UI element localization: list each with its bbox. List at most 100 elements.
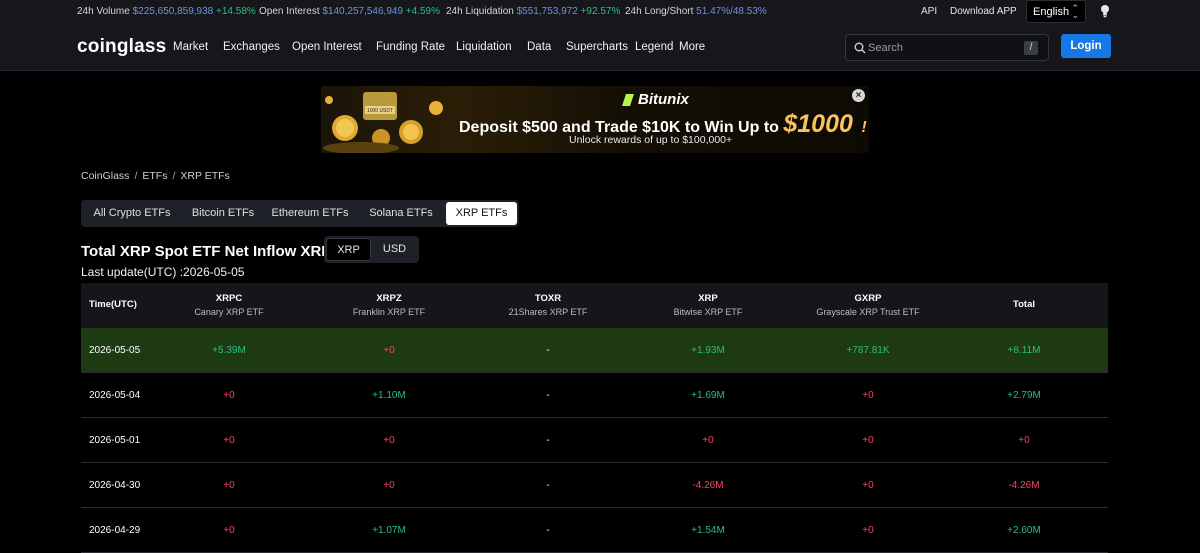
nav-legend[interactable]: Legend <box>635 41 673 53</box>
coinglass-logo[interactable]: coinglass <box>77 36 166 58</box>
header-code: XRPZ <box>376 293 402 304</box>
cell-total: +2.79M <box>1007 390 1041 401</box>
breadcrumb-xrp-etfs[interactable]: XRP ETFs <box>180 170 229 182</box>
cell-value: +1.54M <box>691 525 725 536</box>
last-update: Last update(UTC) :2026-05-05 <box>81 265 245 279</box>
ticker-long-short: 24h Long/Short 51.47%/48.53% <box>625 6 767 17</box>
cell-date: 2026-04-29 <box>89 525 141 536</box>
header-time-label: Time(UTC) <box>89 299 137 310</box>
nav-supercharts[interactable]: Supercharts <box>566 41 628 53</box>
ticker-liquidation: 24h Liquidation $551,753,972 +92.57% <box>446 6 620 17</box>
header-xrpc: XRPC Canary XRP ETF <box>150 283 308 328</box>
main-navbar: coinglass Market Exchanges Open Interest… <box>0 24 1200 71</box>
breadcrumb-separator: / <box>134 170 138 182</box>
cell-value: +0 <box>223 435 235 446</box>
cell-value: +0 <box>223 480 235 491</box>
header-xrpz: XRPZ Franklin XRP ETF <box>310 283 468 328</box>
cell-value: - <box>546 435 550 446</box>
header-total-label: Total <box>1013 299 1035 310</box>
search-box[interactable]: / <box>845 34 1049 61</box>
cell-value: - <box>546 525 550 536</box>
ticker-liq-change: +92.57% <box>580 6 621 17</box>
nav-market[interactable]: Market <box>173 41 208 53</box>
header-code: TOXR <box>534 293 562 304</box>
unit-usd-option[interactable]: USD <box>372 238 417 261</box>
ticker-volume-value: $225,650,859,938 <box>132 6 214 17</box>
table-row: 2026-05-05 +5.39M +0 - +1.93M +787.81K +… <box>81 328 1108 373</box>
cell-value: +0 <box>223 390 235 401</box>
ticker-volume-change: +14.58% <box>216 6 256 17</box>
download-app-link[interactable]: Download APP <box>950 6 1017 17</box>
cell-total: +0 <box>1018 435 1030 446</box>
ticker-volume: 24h Volume $225,650,859,938 +14.58% <box>77 6 256 17</box>
cell-value: - <box>546 345 550 356</box>
cell-total: -4.26M <box>1008 480 1040 491</box>
cell-value: +1.93M <box>691 345 725 356</box>
ticker-ls-value: 51.47%/48.53% <box>696 6 767 17</box>
table-row: 2026-05-01 +0 +0 - +0 +0 +0 <box>81 418 1108 463</box>
header-fund-name: 21Shares XRP ETF <box>508 307 588 317</box>
cell-value: +787.81K <box>846 345 890 356</box>
ticker-oi-change: +4.59% <box>405 6 440 17</box>
tab-all-crypto-etfs[interactable]: All Crypto ETFs <box>85 202 179 225</box>
coins-illustration-icon: 1000 USDT <box>323 92 443 153</box>
bitunix-logo-icon <box>622 94 634 106</box>
cell-value: +1.10M <box>372 390 406 401</box>
tab-solana-etfs[interactable]: Solana ETFs <box>365 202 437 225</box>
nav-data[interactable]: Data <box>527 41 551 53</box>
cell-value: +1.07M <box>372 525 406 536</box>
header-total: Total <box>949 283 1099 328</box>
etf-tabs: All Crypto ETFs Bitcoin ETFs Ethereum ET… <box>81 200 519 227</box>
promo-banner[interactable]: 1000 USDT Bitunix Deposit $500 and Trade… <box>321 86 869 153</box>
unit-xrp-option[interactable]: XRP <box>326 238 371 261</box>
ticker-volume-label: 24h Volume <box>77 6 130 17</box>
language-select[interactable]: English ⌃ ⌄ <box>1026 0 1086 23</box>
banner-close-icon[interactable]: × <box>852 89 865 102</box>
breadcrumb-etfs[interactable]: ETFs <box>142 170 167 182</box>
banner-exclaim: ! <box>861 119 867 136</box>
cell-value: +5.39M <box>212 345 246 356</box>
page-title: Total XRP Spot ETF Net Inflow XRP <box>81 243 332 260</box>
nav-exchanges[interactable]: Exchanges <box>223 41 280 53</box>
header-fund-name: Canary XRP ETF <box>194 307 264 317</box>
nav-more[interactable]: More <box>679 41 705 53</box>
banner-subtitle: Unlock rewards of up to $100,000+ <box>569 134 733 146</box>
nav-open-interest[interactable]: Open Interest <box>292 41 362 53</box>
header-xrp: XRP Bitwise XRP ETF <box>629 283 787 328</box>
cell-value: +1.69M <box>691 390 725 401</box>
nav-funding-rate[interactable]: Funding Rate <box>376 41 445 53</box>
header-code: XRP <box>698 293 718 304</box>
table-header: Time(UTC) XRPC Canary XRP ETF XRPZ Frank… <box>81 283 1108 328</box>
cell-value: +0 <box>862 435 874 446</box>
login-button[interactable]: Login <box>1061 34 1111 58</box>
ticker-ls-label: 24h Long/Short <box>625 6 694 17</box>
table-row: 2026-05-04 +0 +1.10M - +1.69M +0 +2.79M <box>81 373 1108 418</box>
nav-liquidation[interactable]: Liquidation <box>456 41 512 53</box>
cell-value: +0 <box>383 480 395 491</box>
header-gxrp: GXRP Grayscale XRP Trust ETF <box>789 283 947 328</box>
search-icon <box>854 42 866 54</box>
cell-value: +0 <box>383 345 395 356</box>
banner-amount: $1000 <box>783 110 853 138</box>
tab-xrp-etfs[interactable]: XRP ETFs <box>446 202 517 225</box>
cell-date: 2026-04-30 <box>89 480 141 491</box>
lightbulb-icon[interactable] <box>1100 4 1110 18</box>
api-link[interactable]: API <box>921 6 937 17</box>
market-ticker-bar: 24h Volume $225,650,859,938 +14.58% Open… <box>0 0 1200 24</box>
tab-bitcoin-etfs[interactable]: Bitcoin ETFs <box>183 202 263 225</box>
breadcrumb-separator: / <box>172 170 176 182</box>
cell-value: +0 <box>862 480 874 491</box>
header-fund-name: Bitwise XRP ETF <box>673 307 743 317</box>
ticker-oi-value: $140,257,546,949 <box>322 6 404 17</box>
header-fund-name: Franklin XRP ETF <box>352 307 426 317</box>
chevron-up-down-icon: ⌃ ⌄ <box>1071 3 1079 20</box>
cell-value: -4.26M <box>692 480 724 491</box>
cell-value: - <box>546 390 550 401</box>
tab-ethereum-etfs[interactable]: Ethereum ETFs <box>267 202 353 225</box>
cell-value: +0 <box>702 435 714 446</box>
breadcrumb-coinglass[interactable]: CoinGlass <box>81 170 129 182</box>
search-input[interactable] <box>868 40 1018 56</box>
breadcrumb: CoinGlass / ETFs / XRP ETFs <box>81 170 230 182</box>
unit-toggle: XRP USD <box>324 236 419 263</box>
cell-value: +0 <box>383 435 395 446</box>
